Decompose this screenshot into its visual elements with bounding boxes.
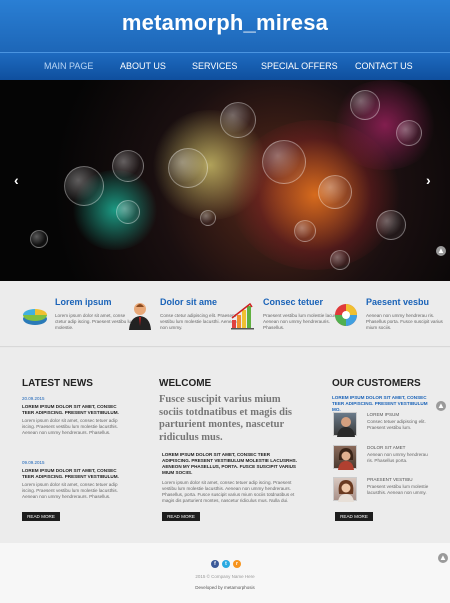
copyright-text: 2015 © Company Name Here [195, 574, 255, 579]
customers-heading: OUR CUSTOMERS [332, 378, 421, 389]
customer-text: Praesent vestibu lum molestie lacusthis.… [367, 484, 429, 495]
slider-bubble [396, 120, 422, 146]
slider-bubble [30, 230, 48, 248]
twitter-icon[interactable]: t [222, 560, 230, 568]
customer-avatar [333, 445, 357, 470]
person-icon [337, 417, 355, 437]
customers-caption[interactable]: LOREM IPSUM DOLOR SIT AMET, CONSEC TEER … [332, 395, 432, 413]
slider-bubble [200, 210, 216, 226]
customer-name: LOREM IPSUM [367, 412, 400, 417]
scroll-top-icon[interactable]: ▲ [438, 553, 448, 563]
slider-glow [330, 80, 440, 170]
site-footer [0, 543, 450, 603]
main-nav: MAIN PAGE ABOUT US SERVICES SPECIAL OFFE… [0, 52, 450, 80]
chevron-left-icon[interactable]: ‹ [14, 172, 19, 188]
nav-about-us[interactable]: ABOUT US [120, 61, 166, 71]
nav-special-offers[interactable]: SPECIAL OFFERS [261, 61, 338, 71]
welcome-text: Lorem ipsum dolor sit amet, consec tetue… [162, 480, 295, 503]
news-text: Lorem ipsum dolor sit amet, consec tetue… [22, 418, 118, 435]
scroll-top-icon[interactable]: ▲ [436, 246, 446, 256]
news-date: 20.09.2015 [22, 396, 45, 401]
customers-read-more-button[interactable]: READ MORE [335, 512, 373, 521]
feature-text: Aenean non ummy hendrerau ris. Phasellus… [366, 313, 443, 330]
nav-contact-us[interactable]: CONTACT US [355, 61, 413, 71]
feature-text: Lorem ipsum dolor sit amet, conse ctetur… [55, 313, 135, 330]
color-wheel-icon [335, 304, 357, 326]
latest-news-heading: LATEST NEWS [22, 378, 93, 389]
bar-chart-icon [231, 302, 254, 330]
rss-icon[interactable]: r [233, 560, 241, 568]
customer-name: PRAESENT VESTIBU [367, 477, 413, 482]
welcome-caption: LOREM IPSUM DOLOR SIT AMET, CONSEC TEER … [162, 452, 298, 475]
slider-bubble [294, 220, 316, 242]
feature-title[interactable]: Paesent vesbu [366, 297, 429, 307]
user-icon [129, 303, 151, 330]
chevron-right-icon[interactable]: › [426, 172, 431, 188]
pie-chart-icon [23, 309, 47, 325]
customer-avatar [333, 477, 357, 502]
news-caption[interactable]: LOREM IPSUM DOLOR SIT AMET, CONSEC TEER … [22, 468, 122, 480]
slider-bubble [64, 166, 104, 206]
nav-main-page[interactable]: MAIN PAGE [44, 61, 93, 71]
welcome-heading: WELCOME [159, 378, 212, 389]
site-title[interactable]: metamorph_miresa [0, 10, 450, 36]
customer-text: Aenean non ummy hendrerau ris. Phasellus… [367, 452, 428, 463]
slider-bubble [262, 140, 306, 184]
news-date: 09.09.2015 [22, 460, 45, 465]
scroll-top-icon[interactable]: ▲ [436, 401, 446, 411]
facebook-icon[interactable]: f [211, 560, 219, 568]
news-caption[interactable]: LOREM IPSUM DOLOR SIT AMET, CONSEC TEER … [22, 404, 122, 416]
slider-bubble [220, 102, 256, 138]
slider-bubble [350, 90, 380, 120]
developed-by-link[interactable]: Developed by metamorphosis [0, 585, 450, 590]
customer-text: Consec tetuer adipiscing elit. Praesent … [367, 419, 426, 430]
feature-title[interactable]: Lorem ipsum [55, 297, 112, 307]
slider-bubble [330, 250, 350, 270]
hero-slider: ‹ › ▲ [0, 80, 450, 281]
welcome-read-more-button[interactable]: READ MORE [162, 512, 200, 521]
nav-services[interactable]: SERVICES [192, 61, 237, 71]
slider-bubble [376, 210, 406, 240]
site-header: metamorph_miresa MAIN PAGE ABOUT US SERV… [0, 0, 450, 80]
slider-bubble [116, 200, 140, 224]
slider-bubble [112, 150, 144, 182]
news-read-more-button[interactable]: READ MORE [22, 512, 60, 521]
news-text: Lorem ipsum dolor sit amet, consec tetue… [22, 482, 118, 499]
slider-bubble [168, 148, 208, 188]
feature-title[interactable]: Dolor sit ame [160, 297, 217, 307]
person-icon [338, 480, 354, 502]
slider-bubble [318, 175, 352, 209]
customer-name: DOLOR SIT AMET [367, 445, 406, 450]
person-icon [338, 448, 354, 470]
features-row: Lorem ipsum Lorem ipsum dolor sit amet, … [0, 281, 450, 347]
welcome-lead: Fusce suscipit varius mium sociis totdna… [159, 394, 293, 443]
feature-title[interactable]: Consec tetuer [263, 297, 323, 307]
customer-avatar [333, 412, 357, 437]
